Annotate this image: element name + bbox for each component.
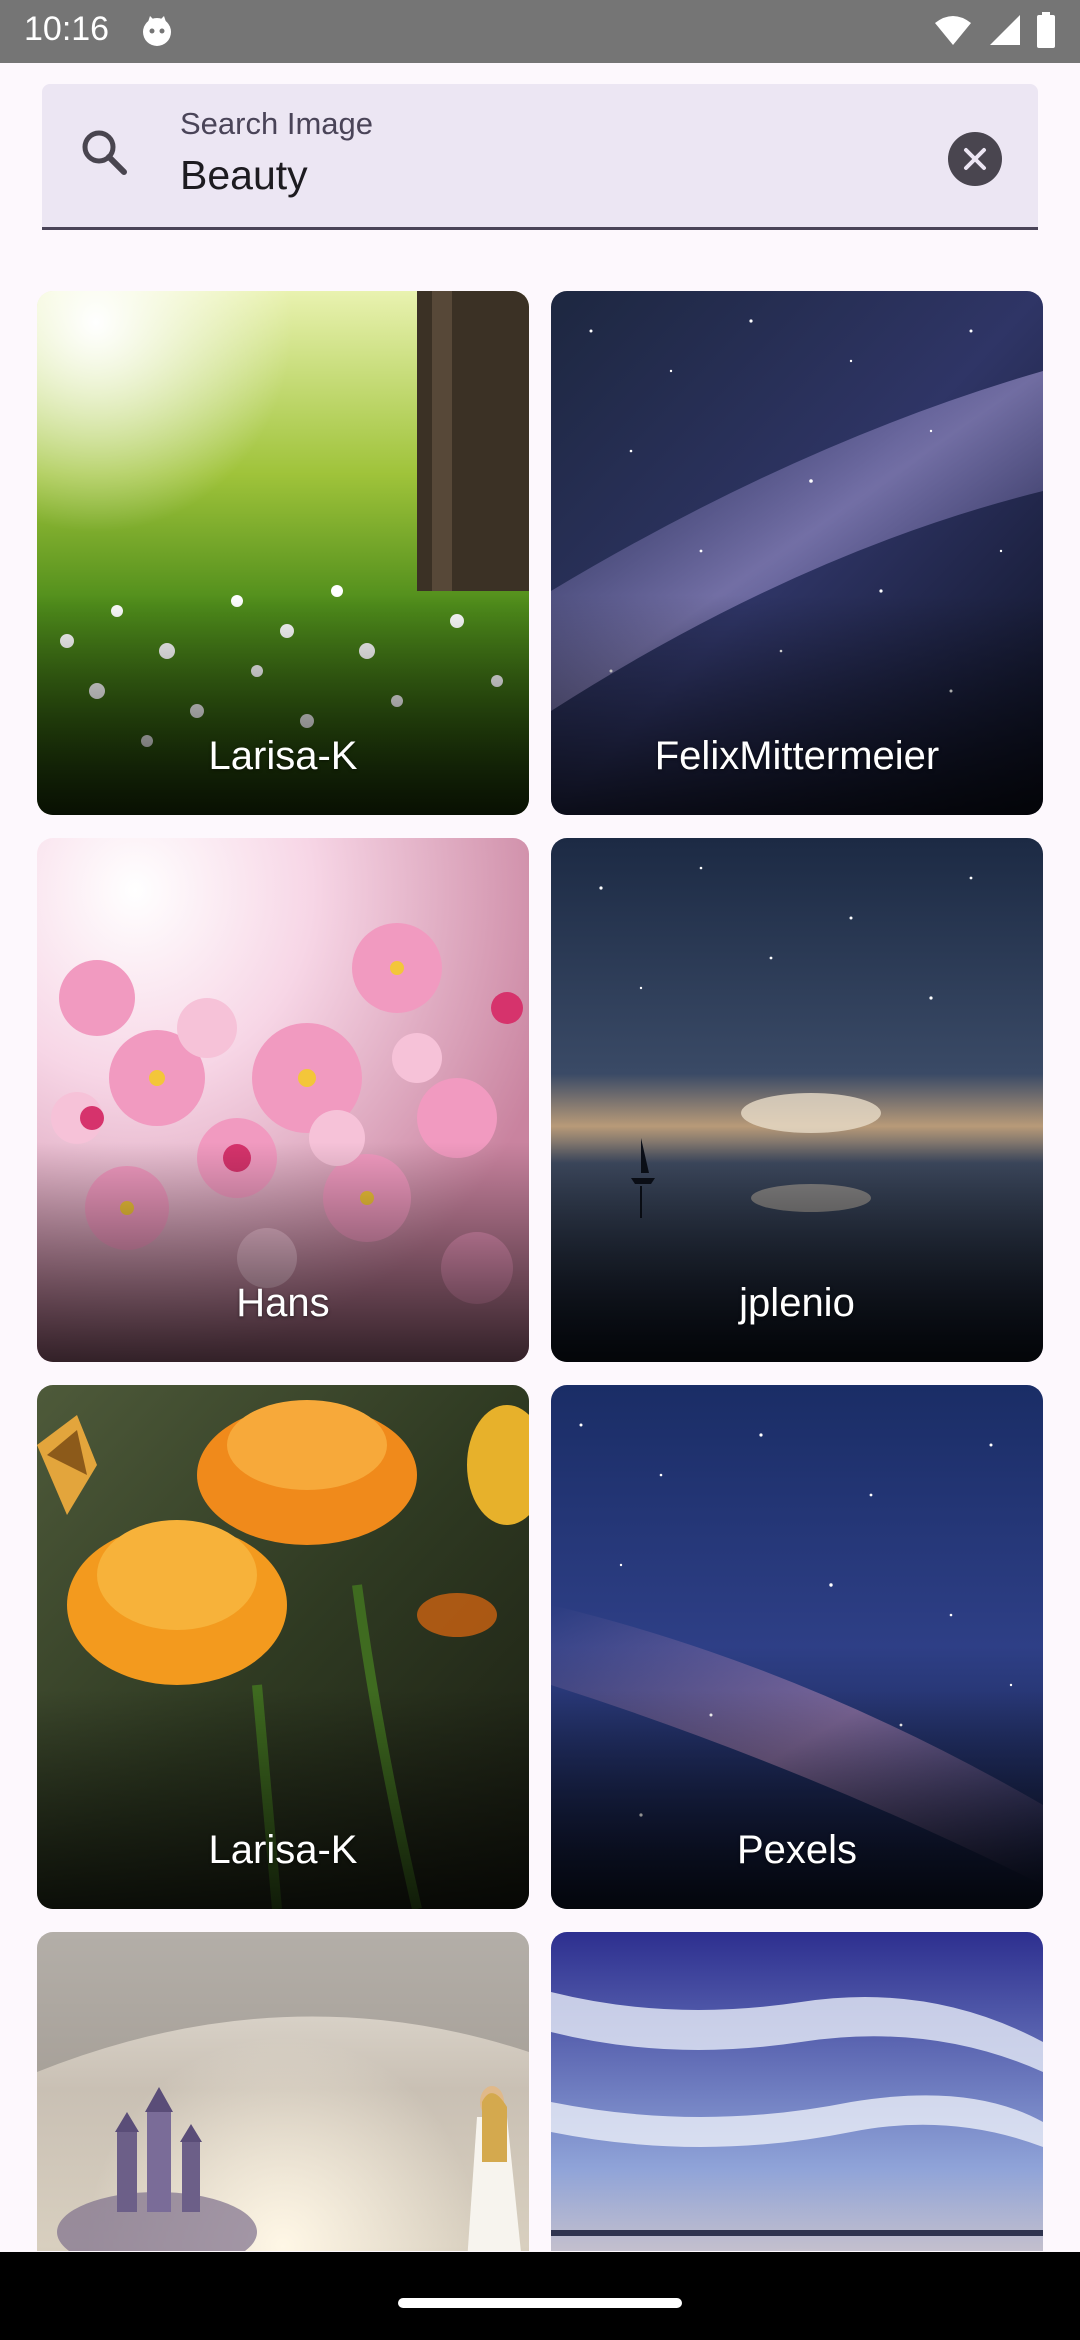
image-card[interactable]: [551, 1932, 1043, 2251]
clear-icon: [964, 148, 986, 170]
image-author: Larisa-K: [208, 1828, 358, 1872]
battery-icon: [1037, 12, 1055, 48]
image-card[interactable]: jplenio: [551, 838, 1043, 1362]
image-card[interactable]: Pexels: [551, 1385, 1043, 1909]
status-bar: 10:16: [0, 0, 1080, 63]
image-author: Hans: [236, 1281, 330, 1325]
image-author: FelixMittermeier: [654, 734, 940, 778]
image-author: jplenio: [739, 1281, 855, 1325]
image-card[interactable]: [37, 1932, 529, 2251]
home-gesture-handle[interactable]: [398, 2298, 682, 2308]
image-results-grid: Larisa-K FelixMittermeier Hans jplenio L…: [37, 291, 1043, 2251]
fantasy-castle-woman-image: [37, 1932, 529, 2251]
sunset-ocean-clouds-image: [551, 1932, 1043, 2251]
image-author: Larisa-K: [208, 734, 358, 778]
wifi-icon: [935, 16, 972, 45]
search-label: Search Image: [180, 106, 373, 141]
image-author: Pexels: [736, 1828, 858, 1872]
image-card[interactable]: Hans: [37, 838, 529, 1362]
cat-notification-icon: [143, 16, 171, 46]
cellular-signal-icon: [989, 15, 1020, 45]
system-nav-bar: [0, 2252, 1080, 2340]
status-icons: [923, 12, 1056, 52]
image-card[interactable]: Larisa-K: [37, 291, 529, 815]
search-input[interactable]: Beauty: [180, 152, 308, 199]
image-card[interactable]: Larisa-K: [37, 1385, 529, 1909]
search-icon: [82, 130, 127, 175]
image-card[interactable]: FelixMittermeier: [551, 291, 1043, 815]
clear-search-button[interactable]: [948, 132, 1002, 186]
status-time: 10:16: [24, 10, 110, 48]
search-field[interactable]: Search Image Beauty: [42, 84, 1038, 230]
